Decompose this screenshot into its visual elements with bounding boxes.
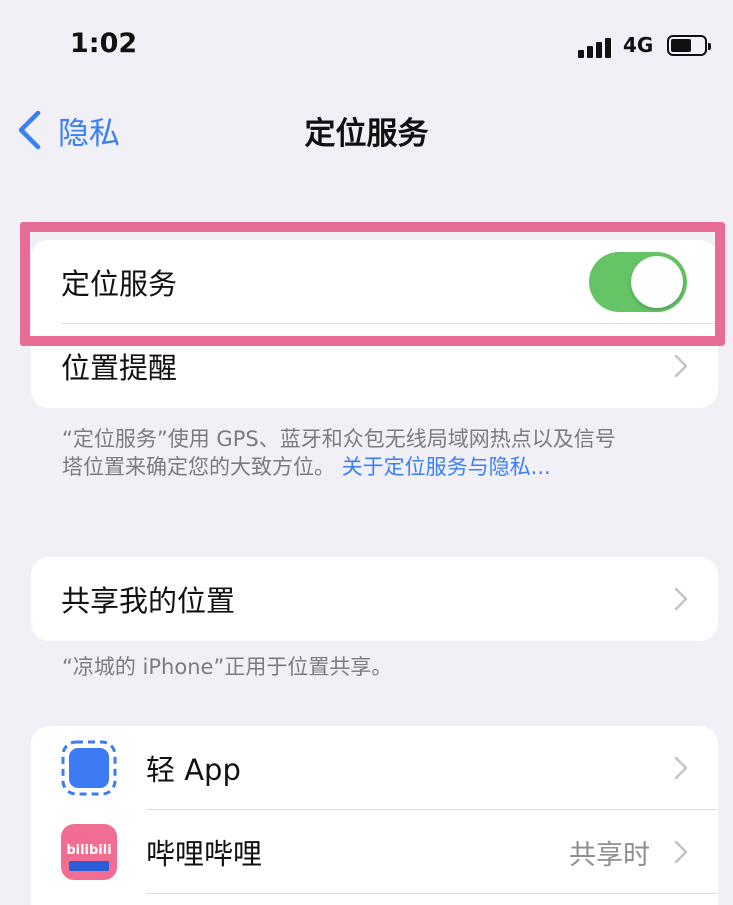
battery-icon xyxy=(667,35,711,56)
network-type: 4G xyxy=(623,33,654,57)
location-services-toggle[interactable] xyxy=(589,252,687,312)
bilibili-icon-text: bilibili xyxy=(66,843,111,858)
bilibili-icon: bilibili xyxy=(61,824,117,880)
location-services-label: 定位服务 xyxy=(61,267,178,301)
location-group: 定位服务 位置提醒 xyxy=(31,240,718,408)
app-name: 轻 App xyxy=(146,753,241,787)
app-name: 哔哩哔哩 xyxy=(146,837,263,871)
chevron-right-icon xyxy=(674,587,688,611)
app-row[interactable]: 轻 App xyxy=(31,726,718,810)
status-time: 1:02 xyxy=(70,28,138,59)
light-app-icon xyxy=(61,740,117,796)
app-row[interactable]: bilibili 哔哩哔哩 共享时 xyxy=(31,810,718,894)
chevron-right-icon xyxy=(674,840,688,864)
page-title: 定位服务 xyxy=(304,116,429,152)
location-footnote: “定位服务”使用 GPS、蓝牙和众包无线局域网热点以及信号 塔位置来确定您的大致… xyxy=(62,425,702,481)
share-footnote: “凉城的 iPhone”正用于位置共享。 xyxy=(62,655,393,679)
divider xyxy=(146,893,718,894)
footnote-line1: “定位服务”使用 GPS、蓝牙和众包无线局域网热点以及信号 xyxy=(62,427,616,451)
chevron-right-icon xyxy=(674,354,688,378)
location-reminder-label: 位置提醒 xyxy=(61,351,178,385)
footnote-line2: 塔位置来确定您的大致方位。 xyxy=(62,455,335,479)
share-group: 共享我的位置 xyxy=(31,557,718,641)
share-location-row[interactable]: 共享我的位置 xyxy=(31,557,718,641)
chevron-right-icon xyxy=(674,756,688,780)
apps-group: 轻 App bilibili 哔哩哔哩 共享时 xyxy=(31,726,718,905)
location-services-row: 定位服务 xyxy=(31,240,718,324)
location-reminder-row[interactable]: 位置提醒 xyxy=(31,324,718,408)
status-bar: 1:02 4G xyxy=(0,0,733,90)
share-location-label: 共享我的位置 xyxy=(61,584,236,618)
signal-icon xyxy=(578,38,616,58)
privacy-link[interactable]: 关于定位服务与隐私... xyxy=(342,455,551,479)
app-location-status: 共享时 xyxy=(569,839,650,871)
